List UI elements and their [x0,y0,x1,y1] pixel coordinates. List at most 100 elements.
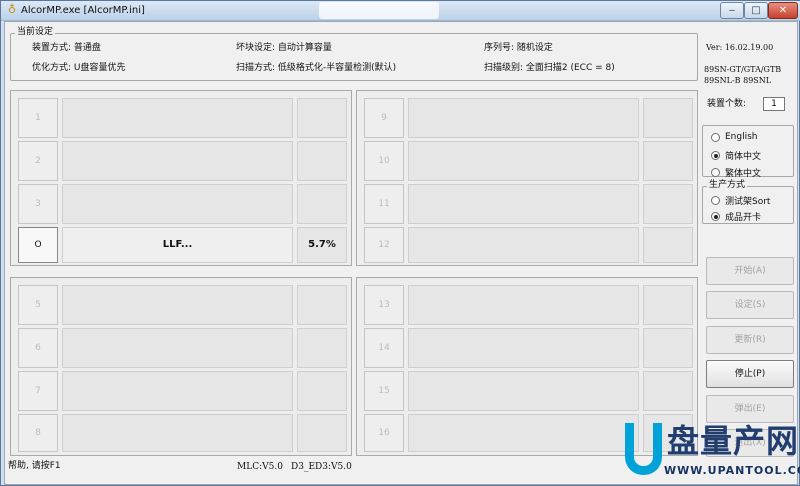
port-1-status [62,98,293,138]
port-3-status [62,184,293,224]
minimize-button[interactable]: ‒ [720,2,744,19]
port-14-percent [643,328,693,368]
port-7-percent [297,371,347,411]
bad-block-setting: 坏块设定: 自动计算容量 [236,43,332,53]
device-count-input[interactable]: 1 [763,97,785,111]
current-settings-legend: 当前设定 [15,27,56,38]
port-14-button[interactable]: 14 [364,328,404,368]
scan-method-setting: 扫描方式: 低级格式化-半容量检测(默认) [236,63,397,73]
port-12-button[interactable]: 12 [364,227,404,263]
port-2-percent [297,141,347,181]
radio-selected-icon [711,212,720,221]
production-group: 生产方式 测试架Sort 成品开卡 [702,180,794,224]
version-label: Ver: 16.02.19.00 [706,43,774,52]
port-4-percent: 5.7% [297,227,347,263]
port-9-percent [643,98,693,138]
radio-icon [711,168,720,177]
watermark-url: WWW.UPANTOOL.COM [664,464,800,477]
watermark-brand: 盘量产网 [667,422,800,460]
optimize-setting: 优化方式: U盘容量优先 [32,63,126,73]
port-panel-top-left: 1 2 3 O LLF... 5.7% [10,90,352,266]
start-button[interactable]: 开始(A) [706,257,794,285]
port-5-percent [297,285,347,325]
port-13-status [408,285,639,325]
upan-logo-u-icon [625,423,662,475]
port-6-button[interactable]: 6 [18,328,58,368]
port-5-button[interactable]: 5 [18,285,58,325]
port-8-status [62,414,293,452]
production-option-finished[interactable]: 成品开卡 [711,210,761,223]
language-option-label: English [725,132,758,142]
production-option-sort[interactable]: 测试架Sort [711,194,770,207]
radio-icon [711,196,720,205]
serial-setting: 序列号: 随机设定 [484,43,553,53]
port-7-button[interactable]: 7 [18,371,58,411]
port-panel-bottom-left: 5 6 7 8 [10,277,352,456]
port-10-button[interactable]: 10 [364,141,404,181]
port-10-status [408,141,639,181]
port-16-status [408,414,639,452]
port-15-button[interactable]: 15 [364,371,404,411]
ed3-version-status: D3_ED3:V5.0 [291,462,352,472]
port-16-button[interactable]: 16 [364,414,404,452]
port-3-percent [297,184,347,224]
port-9-button[interactable]: 9 [364,98,404,138]
scan-level-setting: 扫描级别: 全面扫描2 (ECC = 8) [484,63,615,73]
port-2-status [62,141,293,181]
application-window: ♁ AlcorMP.exe [AlcorMP.ini] ‒ □ ✕ 当前设定 装… [0,0,800,486]
language-option-label: 繁体中文 [725,169,762,179]
mode-setting: 装置方式: 普通盘 [32,43,101,53]
current-settings-group: 当前设定 装置方式: 普通盘 坏块设定: 自动计算容量 序列号: 随机设定 优化… [10,27,698,81]
port-11-button[interactable]: 11 [364,184,404,224]
port-panel-top-right: 9 10 11 12 [356,90,698,266]
title-bar[interactable]: ♁ AlcorMP.exe [AlcorMP.ini] ‒ □ ✕ [1,1,800,21]
port-12-percent [643,227,693,263]
port-13-percent [643,285,693,325]
close-button[interactable]: ✕ [768,2,798,19]
language-option-label: 简体中文 [725,152,762,162]
lightbulb-icon: ♁ [7,3,17,16]
port-1-percent [297,98,347,138]
main-client-area: 当前设定 装置方式: 普通盘 坏块设定: 自动计算容量 序列号: 随机设定 优化… [4,21,798,485]
language-option-traditional-chinese[interactable]: 繁体中文 [711,166,761,179]
language-group: English 简体中文 繁体中文 [702,125,794,179]
port-1-button[interactable]: 1 [18,98,58,138]
stop-button[interactable]: 停止(P) [706,360,794,388]
help-status: 帮助, 请按F1 [8,461,61,471]
eject-button[interactable]: 弹出(E) [706,395,794,423]
port-3-button[interactable]: 3 [18,184,58,224]
language-option-english[interactable]: English [711,132,758,142]
maximize-button[interactable]: □ [744,2,768,19]
language-option-simplified-chinese[interactable]: 简体中文 [711,149,761,162]
port-11-percent [643,184,693,224]
radio-icon [711,132,720,142]
window-title: AlcorMP.exe [AlcorMP.ini] [21,5,145,16]
port-15-status [408,371,639,411]
port-2-button[interactable]: 2 [18,141,58,181]
port-8-percent [297,414,347,452]
port-14-status [408,328,639,368]
port-5-status [62,285,293,325]
port-6-status [62,328,293,368]
port-7-status [62,371,293,411]
setup-button[interactable]: 设定(S) [706,291,794,319]
production-option-label: 测试架Sort [725,197,771,207]
port-9-status [408,98,639,138]
port-11-status [408,184,639,224]
port-8-button[interactable]: 8 [18,414,58,452]
production-legend: 生产方式 [707,180,748,191]
port-10-percent [643,141,693,181]
update-button[interactable]: 更新(R) [706,326,794,354]
blurred-title-area [319,2,439,19]
model-label-2: 89SNL-B 89SNL [704,76,772,85]
port-6-percent [297,328,347,368]
device-count-label: 装置个数: [707,99,747,109]
port-15-percent [643,371,693,411]
production-option-label: 成品开卡 [725,213,762,223]
radio-selected-icon [711,151,720,160]
port-12-status [408,227,639,263]
mlc-version-status: MLC:V5.0 [237,462,283,472]
port-13-button[interactable]: 13 [364,285,404,325]
port-4-button[interactable]: O [18,227,58,263]
port-4-status: LLF... [62,227,293,263]
